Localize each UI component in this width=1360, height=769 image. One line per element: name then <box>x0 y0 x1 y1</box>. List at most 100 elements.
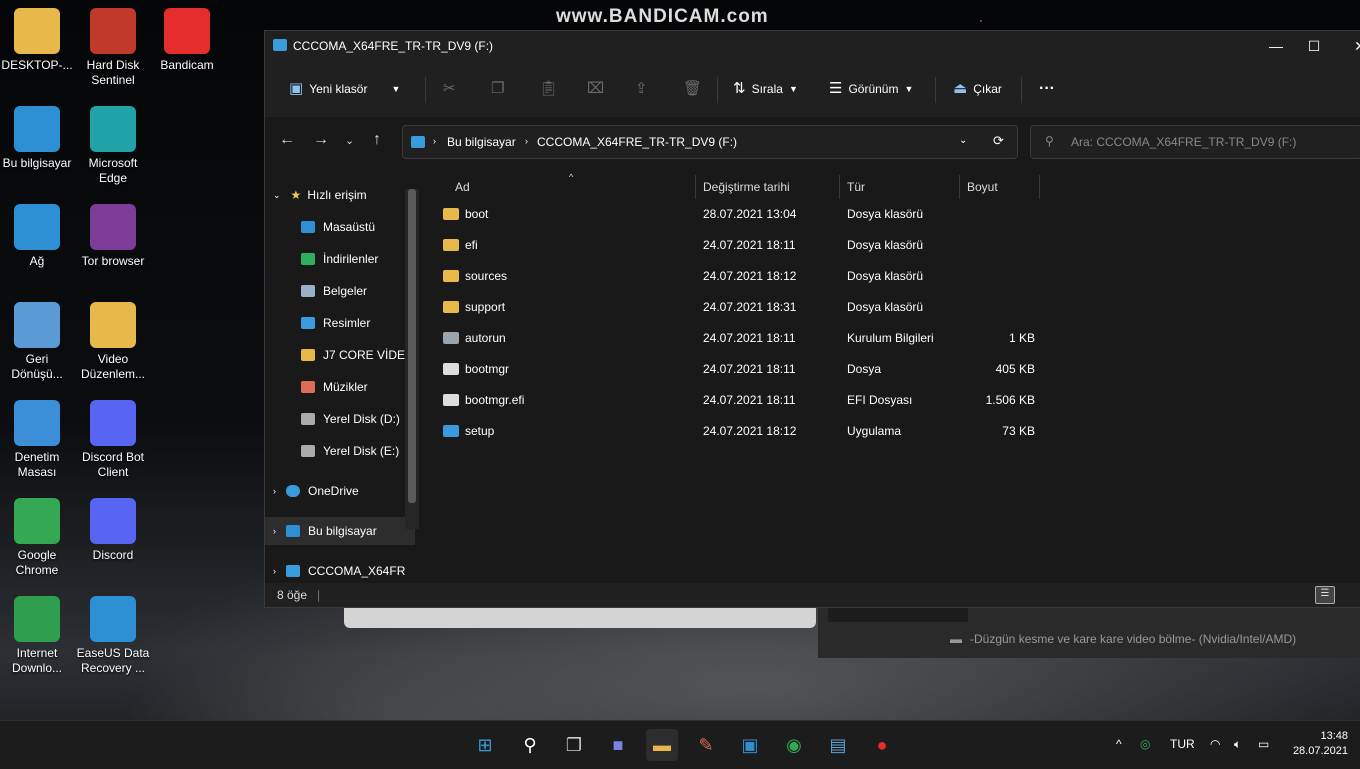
desktop-icon[interactable]: Geri Dönüşü... <box>0 302 74 382</box>
nav-scrollbar[interactable] <box>405 189 419 529</box>
nav-drive[interactable]: › CCCOMA_X64FR <box>273 557 423 585</box>
language-indicator[interactable]: TUR <box>1170 737 1195 751</box>
file-row[interactable]: autorun 24.07.2021 18:11 Kurulum Bilgileri… <box>427 323 1307 353</box>
desktop-icon-label: Microsoft Edge <box>88 156 138 185</box>
desktop-icon[interactable]: Google Chrome <box>0 498 74 578</box>
breadcrumb-this-pc[interactable]: Bu bilgisayar <box>447 135 516 149</box>
file-date: 24.07.2021 18:12 <box>703 269 797 283</box>
copy-icon[interactable]: ❐ <box>491 79 504 99</box>
close-button[interactable]: ✕ <box>1337 31 1360 61</box>
column-header-size[interactable]: Boyut <box>967 175 998 199</box>
monitor-icon <box>286 525 300 537</box>
breadcrumb-drive[interactable]: CCCOMA_X64FRE_TR-TR_DV9 (F:) <box>537 135 737 149</box>
bandicam-record-icon[interactable]: ● <box>866 729 898 761</box>
rename-icon[interactable]: ⌧ <box>587 79 604 99</box>
file-row[interactable]: bootmgr.efi 24.07.2021 18:11 EFI Dosyası 1.… <box>427 385 1307 415</box>
desktop-icon[interactable]: Denetim Masası <box>0 400 74 480</box>
folder-icon <box>443 270 459 282</box>
search-icon[interactable]: ⚲ <box>514 729 546 761</box>
file-explorer-taskbar-icon[interactable]: ▬ <box>646 729 678 761</box>
delete-icon[interactable]: 🗑︎ <box>683 79 702 99</box>
back-arrow-icon[interactable]: ← <box>279 131 295 149</box>
chrome-icon[interactable]: ◉ <box>778 729 810 761</box>
up-arrow-icon[interactable]: ↑ <box>373 131 381 149</box>
file-date: 24.07.2021 18:11 <box>703 238 796 252</box>
idm-icon <box>14 596 60 642</box>
nav-item-icon <box>301 317 315 329</box>
nav-item-label: Yerel Disk (D:) <box>323 412 400 426</box>
new-folder-button[interactable]: ▣ Yeni klasör ▼ <box>289 79 400 99</box>
chevron-down-icon: ▼ <box>788 84 798 94</box>
desktop-icon-label: Tor browser <box>81 254 145 268</box>
desktop-icon[interactable]: DESKTOP-... <box>0 8 74 73</box>
sort-icon: ⇅ <box>733 80 746 97</box>
nav-this-pc[interactable]: › Bu bilgisayar <box>265 517 415 545</box>
refresh-icon[interactable]: ⟳ <box>993 133 1004 149</box>
nav-label: OneDrive <box>308 484 359 498</box>
nav-onedrive[interactable]: › OneDrive <box>273 477 423 505</box>
column-header-name[interactable]: Ad <box>455 175 470 199</box>
volume-icon[interactable]: 🔈︎ <box>1234 737 1241 752</box>
details-view-icon[interactable]: ☰ <box>1315 586 1335 604</box>
task-view-icon[interactable]: ❐ <box>558 729 590 761</box>
chevron-up-icon[interactable]: ^ <box>1116 737 1122 751</box>
file-row[interactable]: boot 28.07.2021 13:04 Dosya klasörü <box>427 199 1307 229</box>
desktop-icon[interactable]: Internet Downlo... <box>0 596 74 676</box>
address-dropdown-icon[interactable]: ⌄ <box>959 135 967 146</box>
sort-ascending-icon: ^ <box>569 172 574 182</box>
folder-icon <box>90 302 136 348</box>
status-circle-icon[interactable]: ◎ <box>1140 737 1150 751</box>
column-header-modified[interactable]: Değiştirme tarihi <box>703 175 790 199</box>
view-button[interactable]: ☰ Görünüm ▼ <box>829 79 913 99</box>
clock[interactable]: 13:48 28.07.2021 <box>1290 729 1348 759</box>
desktop-icon-label: DESKTOP-... <box>1 58 73 72</box>
desktop-icon[interactable]: Tor browser <box>76 204 150 269</box>
desktop-icon[interactable]: Microsoft Edge <box>76 106 150 186</box>
wifi-icon[interactable]: ◠ <box>1210 737 1220 751</box>
address-box[interactable]: › Bu bilgisayar › CCCOMA_X64FRE_TR-TR_DV… <box>402 125 1018 159</box>
chat-icon[interactable]: ■ <box>602 729 634 761</box>
scrollbar-thumb[interactable] <box>408 189 416 503</box>
eject-button[interactable]: ⏏ Çıkar <box>953 79 1002 99</box>
desktop-icon-label: Google Chrome <box>15 548 59 577</box>
battery-icon[interactable]: ▭ <box>1258 737 1269 751</box>
file-row[interactable]: sources 24.07.2021 18:12 Dosya klasörü <box>427 261 1307 291</box>
recent-locations-chevron-icon[interactable]: ⌄ <box>345 134 354 147</box>
paste-icon[interactable]: 📋︎ <box>539 79 558 99</box>
remote-desktop-icon[interactable]: ▣ <box>734 729 766 761</box>
share-icon[interactable]: ⇪ <box>635 79 648 99</box>
nav-quick-access[interactable]: ⌄ ★ Hızlı erişim <box>273 181 423 209</box>
more-options-button[interactable]: ··· <box>1039 79 1055 99</box>
file-name: sources <box>465 269 508 283</box>
file-row[interactable]: setup 24.07.2021 18:12 Uygulama 73 KB <box>427 416 1307 446</box>
desktop-icon[interactable]: Discord <box>76 498 150 563</box>
start-icon[interactable]: ⊞ <box>469 729 501 761</box>
sort-button[interactable]: ⇅ Sırala ▼ <box>733 79 798 99</box>
nav-item-icon <box>301 413 315 425</box>
photos-icon[interactable]: ▤ <box>822 729 854 761</box>
title-bar: CCCOMA_X64FRE_TR-TR_DV9 (F:) — ☐ ✕ <box>265 31 1360 61</box>
desktop-icon[interactable]: EaseUS Data Recovery ... <box>76 596 150 676</box>
file-type: Dosya klasörü <box>847 300 924 314</box>
maximize-button[interactable]: ☐ <box>1291 31 1337 61</box>
column-header-type[interactable]: Tür <box>847 175 865 199</box>
forward-arrow-icon[interactable]: → <box>313 131 329 149</box>
monitor-icon <box>14 106 60 152</box>
nav-label: CCCOMA_X64FR <box>308 564 406 578</box>
desktop-icon[interactable]: Hard Disk Sentinel <box>76 8 150 88</box>
desktop-icon-label: Discord Bot Client <box>81 450 145 479</box>
file-row[interactable]: efi 24.07.2021 18:11 Dosya klasörü <box>427 230 1307 260</box>
nav-item-label: Yerel Disk (E:) <box>323 444 400 458</box>
desktop-icon[interactable]: Bandicam <box>150 8 224 73</box>
file-row[interactable]: bootmgr 24.07.2021 18:11 Dosya 405 KB <box>427 354 1307 384</box>
desktop-icon[interactable]: Discord Bot Client <box>76 400 150 480</box>
desktop-icon[interactable]: Video Düzenlem... <box>76 302 150 382</box>
desktop-icon[interactable]: Ağ <box>0 204 74 269</box>
setup-app-icon <box>443 425 459 437</box>
file-row[interactable]: support 24.07.2021 18:31 Dosya klasörü <box>427 292 1307 322</box>
search-input[interactable]: ⚲ Ara: CCCOMA_X64FRE_TR-TR_DV9 (F:) <box>1030 125 1360 159</box>
cut-icon[interactable]: ✂ <box>443 79 456 99</box>
network-icon <box>14 204 60 250</box>
desktop-icon[interactable]: Bu bilgisayar <box>0 106 74 171</box>
paint-icon[interactable]: ✎ <box>690 729 722 761</box>
